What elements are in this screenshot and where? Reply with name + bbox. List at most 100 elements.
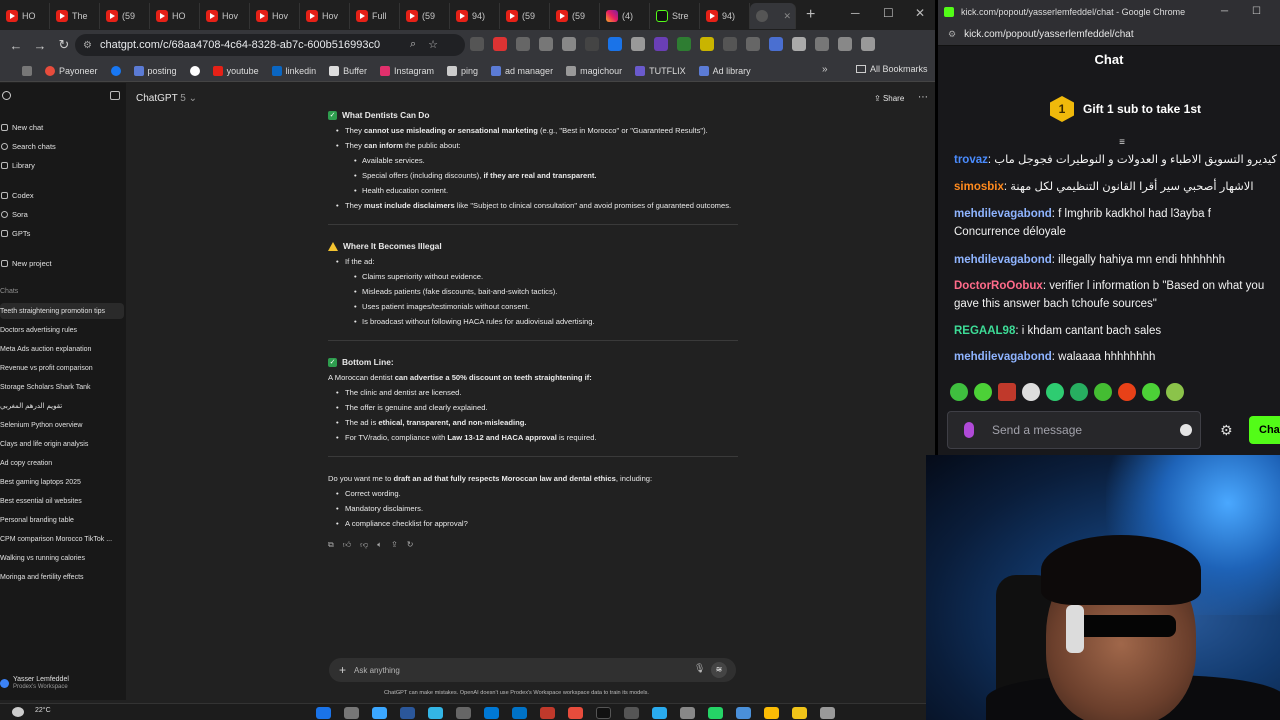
extension-icon[interactable] <box>585 37 599 51</box>
browser-tab[interactable]: Stre <box>650 3 700 29</box>
app-icon[interactable] <box>428 707 443 719</box>
pinned-chevron-icon[interactable]: ≡ <box>1115 137 1129 148</box>
extension-icon[interactable] <box>539 37 553 51</box>
chat-history-item[interactable]: Selenium Python overview <box>0 417 124 433</box>
profile-icon[interactable] <box>838 37 852 51</box>
back-icon[interactable]: ← <box>4 38 28 53</box>
chat-username[interactable]: mehdilevagabond <box>954 208 1052 220</box>
chat-history-item[interactable]: Moringa and fertility effects <box>0 569 124 585</box>
chat-username[interactable]: mehdilevagabond <box>954 351 1052 363</box>
browser-tab[interactable]: (59 <box>100 3 150 29</box>
bookmark-item[interactable] <box>110 65 121 76</box>
app-icon[interactable] <box>624 707 639 719</box>
plus-icon[interactable]: + <box>339 663 346 677</box>
chat-username[interactable]: REGAAL98 <box>954 325 1015 337</box>
bookmark-apps[interactable] <box>22 65 32 76</box>
emote-icon[interactable] <box>1070 383 1088 401</box>
task-view-icon[interactable] <box>344 707 359 719</box>
chat-username[interactable]: DoctorRoOobux <box>954 280 1043 292</box>
emote-icon[interactable] <box>1094 383 1112 401</box>
browser-tab[interactable]: HO <box>150 3 200 29</box>
file-explorer-icon[interactable] <box>792 707 807 719</box>
reload-icon[interactable]: ↻ <box>52 37 76 53</box>
extension-icon[interactable] <box>746 37 760 51</box>
bookmark-item[interactable] <box>189 65 200 76</box>
media-icon[interactable] <box>815 37 829 51</box>
bookmark-item[interactable]: Ad library <box>698 65 751 76</box>
weather-icon[interactable] <box>12 707 24 717</box>
whatsapp-icon[interactable] <box>708 707 723 719</box>
chat-username[interactable]: trovaz <box>954 154 988 166</box>
read-aloud-icon[interactable]: 🔈︎ <box>377 537 382 552</box>
extension-icon[interactable] <box>493 37 507 51</box>
thumbs-up-icon[interactable]: 👍︎ <box>343 537 351 552</box>
extension-icon[interactable] <box>631 37 645 51</box>
browser-tab[interactable]: Hov <box>300 3 350 29</box>
app-icon[interactable] <box>736 707 751 719</box>
bookmark-item[interactable]: linkedin <box>271 65 316 76</box>
voice-mode-icon[interactable]: ≋ <box>711 662 727 678</box>
sidebar-item-search-chats[interactable]: Search chats <box>0 139 124 153</box>
copy-icon[interactable]: ⧉ <box>328 537 334 552</box>
chat-settings-gear-icon[interactable]: ⚙ <box>1220 422 1233 439</box>
address-bar[interactable]: ⚙ chatgpt.com/c/68aa4708-4c64-8328-ab7c-… <box>75 34 465 56</box>
chat-history-item[interactable]: Clays and life origin analysis <box>0 436 124 452</box>
extension-icon[interactable] <box>654 37 668 51</box>
model-selector[interactable]: ChatGPT 5 ⌄ <box>136 93 197 104</box>
chat-history-item[interactable]: Best essential oil websites <box>0 493 124 509</box>
bookmark-item[interactable]: magichour <box>566 65 622 76</box>
chat-history-item[interactable]: Personal branding table <box>0 512 124 528</box>
app-icon[interactable] <box>456 707 471 719</box>
chat-username[interactable]: mehdilevagabond <box>954 254 1052 266</box>
sidebar-item-gpts[interactable]: GPTs <box>0 226 124 240</box>
browser-tab[interactable]: The <box>50 3 100 29</box>
extension-icon[interactable] <box>769 37 783 51</box>
regenerate-icon[interactable]: ↻ <box>407 537 414 552</box>
emote-icon[interactable] <box>974 383 992 401</box>
browser-tab[interactable]: (59 <box>550 3 600 29</box>
more-options-icon[interactable]: ⋯ <box>918 92 928 103</box>
close-window-icon[interactable]: ✕ <box>915 6 925 20</box>
openai-logo-icon[interactable] <box>2 91 11 100</box>
browser-tab[interactable]: Hov <box>250 3 300 29</box>
bookmarks-overflow-icon[interactable]: » <box>822 64 828 75</box>
prompt-input[interactable]: + Ask anything 🎙︎ ≋ <box>329 658 736 682</box>
extensions-puzzle-icon[interactable] <box>792 37 806 51</box>
tiktok-icon[interactable] <box>596 707 611 719</box>
chat-history-item[interactable]: Doctors advertising rules <box>0 322 124 338</box>
sidebar-toggle-icon[interactable] <box>110 91 120 100</box>
extension-icon[interactable] <box>700 37 714 51</box>
bookmark-item[interactable]: Buffer <box>329 65 367 76</box>
extension-icon[interactable] <box>677 37 691 51</box>
close-tab-icon[interactable]: ✕ <box>783 11 791 22</box>
thumbs-down-icon[interactable]: 👎︎ <box>360 537 368 552</box>
share-icon[interactable]: ⇪ <box>391 537 398 552</box>
maximize-icon[interactable]: ☐ <box>883 6 894 20</box>
opera-icon[interactable] <box>540 707 555 719</box>
browser-tab[interactable]: Full <box>350 3 400 29</box>
extension-icon[interactable] <box>562 37 576 51</box>
minimize-icon[interactable]: ─ <box>1221 6 1228 17</box>
emote-icon[interactable] <box>1022 383 1040 401</box>
bookmark-item[interactable]: ad manager <box>491 65 553 76</box>
chat-history-item[interactable]: Walking vs running calories <box>0 550 124 566</box>
app-icon[interactable] <box>820 707 835 719</box>
browser-tab[interactable]: Hov <box>200 3 250 29</box>
chat-history-item[interactable]: CPM comparison Morocco TikTok ... <box>0 531 124 547</box>
sidebar-item-library[interactable]: Library <box>0 158 124 172</box>
emote-icon[interactable] <box>950 383 968 401</box>
share-button[interactable]: ⇪ Share <box>874 94 904 103</box>
chat-history-item[interactable]: Teeth straightening promotion tips <box>0 303 124 319</box>
emote-icon[interactable] <box>1166 383 1184 401</box>
site-info-icon[interactable]: ⚙ <box>83 40 92 51</box>
chat-history-item[interactable]: Meta Ads auction explanation <box>0 341 124 357</box>
app-icon[interactable] <box>568 707 583 719</box>
browser-tab[interactable]: (59 <box>400 3 450 29</box>
extension-icon[interactable] <box>723 37 737 51</box>
chat-message-input[interactable]: Send a message <box>947 411 1201 449</box>
sidebar-item-sora[interactable]: Sora <box>0 207 124 221</box>
app-icon[interactable] <box>400 707 415 719</box>
browser-tab[interactable]: 94) <box>700 3 750 29</box>
site-info-icon[interactable]: ⚙ <box>948 29 956 40</box>
sidebar-item-new-project[interactable]: New project <box>0 256 124 270</box>
